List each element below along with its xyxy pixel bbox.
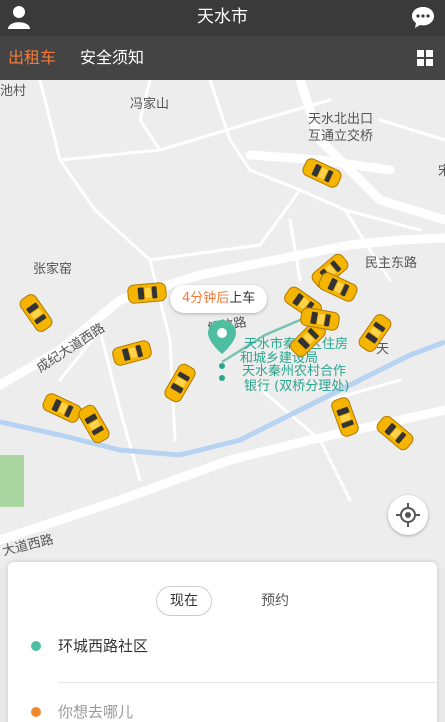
destination-address-row[interactable]: 你想去哪儿 [8, 694, 437, 722]
map-label-zhangjiayao: 张家窑 [33, 262, 73, 277]
destination-dot-icon [31, 707, 41, 717]
pickup-address: 环城西路社区 [58, 637, 149, 655]
locate-icon [396, 503, 420, 527]
time-selector: 现在 预约 [156, 586, 289, 616]
map-label-minzhu-road: 民主东路 [365, 256, 418, 271]
pickup-eta-bubble: 4分钟后上车 [170, 285, 268, 313]
grid-icon[interactable] [417, 50, 433, 66]
tab-taxi[interactable]: 出租车 [8, 36, 56, 80]
chat-icon[interactable] [411, 5, 435, 29]
pickup-dot-icon [31, 641, 41, 651]
time-reserve-button[interactable]: 预约 [250, 586, 300, 616]
page-title: 天水市 [197, 7, 248, 27]
locate-button[interactable] [388, 495, 428, 535]
pickup-pin-icon[interactable] [207, 320, 237, 384]
map-label-village: 池村 [0, 84, 27, 99]
service-tab-bar: 出租车 安全须知 [0, 36, 445, 80]
eta-suffix: 上车 [229, 291, 256, 306]
time-now-button[interactable]: 现在 [156, 586, 212, 616]
pickup-address-row[interactable]: 环城西路社区 [8, 628, 437, 664]
tab-safety-notice[interactable]: 安全须知 [80, 36, 144, 80]
booking-panel: 现在 预约 环城西路社区 你想去哪儿 [8, 562, 437, 722]
poi-bank-line2[interactable]: 银行 (双桥分理处) [244, 378, 349, 395]
top-bar: 天水市 [0, 0, 445, 36]
map-label-fengjiashan: 冯家山 [130, 97, 170, 112]
map-view[interactable]: 池村 冯家山 天水北出口 互通立交桥 宋 张家窑 民主东路 成纪大道西路 解放路… [0, 80, 445, 568]
destination-input[interactable]: 你想去哪儿 [58, 694, 133, 722]
eta-minutes: 4分钟后 [182, 291, 230, 306]
taxi-car-icon [126, 280, 168, 305]
divider [58, 682, 437, 683]
map-label-interchange: 互通立交桥 [308, 129, 374, 144]
map-label-edge-song: 宋 [438, 164, 445, 179]
